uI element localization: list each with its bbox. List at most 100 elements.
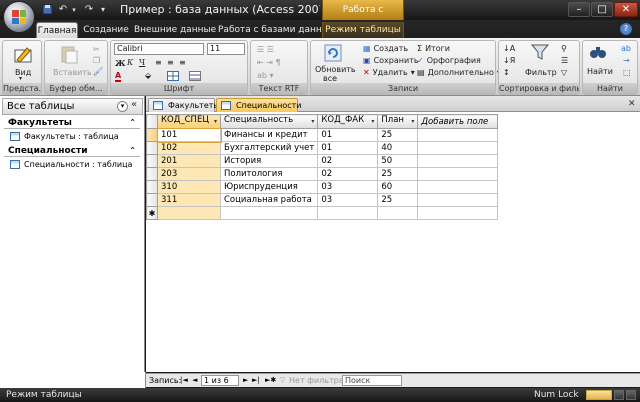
toggle-filter-icon[interactable]: ▽	[561, 68, 567, 77]
delete-record-button[interactable]: ✕ Удалить ▾	[363, 68, 415, 77]
save-icon[interactable]	[40, 3, 54, 16]
rtf-bullets-icon[interactable]: ☰ ☰	[257, 45, 274, 54]
underline-icon[interactable]: Ч	[139, 58, 145, 67]
cell-add-field[interactable]	[417, 167, 499, 181]
totals-button[interactable]: Σ Итоги	[417, 44, 450, 53]
column-header-specialty[interactable]: Специальность ▾	[219, 114, 319, 129]
cell-kod-fak[interactable]: 01	[317, 141, 379, 155]
cell-kod-fak[interactable]: 03	[317, 180, 379, 194]
italic-icon[interactable]: К	[127, 58, 133, 67]
undo-icon[interactable]: ↶	[56, 3, 70, 16]
bold-icon[interactable]: Ж	[115, 58, 126, 68]
collapse-icon[interactable]: ⌃	[129, 145, 136, 157]
font-name-combo[interactable]: Calibri	[114, 43, 204, 55]
refresh-all-label[interactable]: Обновить	[315, 65, 356, 74]
new-record-row[interactable]: ✱	[146, 206, 499, 220]
cell-kod-fak[interactable]: 02	[317, 154, 379, 168]
customize-qat-icon[interactable]: ▾	[98, 3, 108, 16]
column-dropdown-icon[interactable]: ▾	[214, 116, 217, 128]
cell-add-field[interactable]	[417, 128, 499, 142]
office-button[interactable]	[3, 1, 35, 33]
design-view-icon[interactable]	[626, 390, 636, 400]
table-row[interactable]: 101 Финансы и кредит 01 25	[146, 127, 499, 143]
cell-plan[interactable]: 25	[377, 193, 419, 207]
binoculars-icon[interactable]	[589, 44, 607, 63]
cell-kod-fak[interactable]: 02	[317, 167, 379, 181]
cell-specialty[interactable]: Бухгалтерский учет	[219, 141, 319, 155]
cell-plan[interactable]: 25	[377, 128, 419, 142]
search-input[interactable]: Поиск	[342, 375, 402, 386]
help-icon[interactable]: ?	[620, 23, 632, 35]
prev-record-icon[interactable]: ◄	[192, 374, 197, 387]
view-button-label[interactable]: Вид	[15, 68, 31, 77]
row-selector[interactable]	[146, 167, 158, 181]
column-dropdown-icon[interactable]: ▾	[311, 116, 314, 128]
view-dropdown-icon[interactable]: ▾	[19, 75, 22, 82]
cut-icon[interactable]: ✂	[93, 45, 100, 54]
table-row[interactable]: 311 Социальная работа 03 25	[146, 193, 499, 207]
cell-kod-spec[interactable]	[157, 206, 221, 220]
nav-menu-dropdown-icon[interactable]: ▾	[117, 101, 128, 112]
column-header-kod-spec[interactable]: КОД_СПЕЦ ▾	[157, 114, 221, 129]
font-size-combo[interactable]: 11	[207, 43, 245, 55]
cell-plan[interactable]: 50	[377, 154, 419, 168]
refresh-all-sub[interactable]: все	[323, 74, 337, 83]
cell-kod-fak[interactable]	[317, 206, 379, 220]
redo-icon[interactable]: ↷	[82, 3, 96, 16]
close-document-icon[interactable]: ✕	[628, 99, 636, 109]
sort-ascending-icon[interactable]: ↓A	[503, 44, 515, 53]
cell-kod-spec[interactable]: 203	[157, 167, 221, 181]
column-dropdown-icon[interactable]: ▾	[371, 116, 374, 128]
paste-button-label[interactable]: Вставить	[53, 68, 92, 77]
cell-add-field[interactable]	[417, 180, 499, 194]
undo-dropdown-icon[interactable]: ▾	[70, 3, 78, 16]
doc-tab-specialties[interactable]: Специальности	[216, 98, 302, 112]
advanced-filter-icon[interactable]: ☰	[561, 56, 568, 65]
refresh-all-icon[interactable]	[323, 43, 343, 66]
select-all-corner[interactable]	[146, 114, 158, 129]
copy-icon[interactable]: ❐	[93, 56, 100, 65]
sort-descending-icon[interactable]: ↓Я	[503, 56, 515, 65]
align-center-icon[interactable]: ≡	[167, 58, 174, 67]
nav-group-specialties[interactable]: Специальности ⌃	[4, 145, 140, 157]
table-row[interactable]: 203 Политология 02 25	[146, 167, 499, 181]
tab-external-data[interactable]: Внешние данные	[134, 22, 216, 38]
nav-item-specialties-table[interactable]: Специальности : таблица	[10, 158, 132, 171]
spelling-button[interactable]: ✓ Орфография	[417, 56, 481, 65]
fill-color-icon[interactable]: ⬙	[145, 71, 151, 80]
cell-add-field[interactable]	[417, 154, 499, 168]
record-position-field[interactable]: 1 из 6	[201, 375, 239, 386]
cell-kod-spec[interactable]: 201	[157, 154, 221, 168]
row-selector[interactable]	[146, 180, 158, 194]
find-label[interactable]: Найти	[587, 67, 613, 76]
shutter-bar-close-icon[interactable]: «	[131, 99, 137, 110]
tab-datasheet[interactable]: Режим таблицы	[322, 22, 404, 38]
replace-icon[interactable]: ab	[621, 44, 631, 53]
minimize-button[interactable]: –	[568, 2, 590, 17]
filter-icon[interactable]	[530, 43, 550, 64]
first-record-icon[interactable]: |◄	[180, 374, 188, 387]
view-icon[interactable]	[13, 44, 33, 67]
nav-group-faculties[interactable]: Факультеты ⌃	[4, 117, 140, 129]
last-record-icon[interactable]: ►|	[252, 374, 260, 387]
close-button[interactable]: ✕	[614, 2, 638, 17]
format-painter-icon[interactable]: 🖌	[93, 67, 103, 76]
table-row[interactable]: 310 Юриспруденция 03 60	[146, 180, 499, 194]
more-button[interactable]: ▤Дополнительно▾	[417, 68, 501, 77]
table-row[interactable]: 201 История 02 50	[146, 154, 499, 168]
tab-database-tools[interactable]: Работа с базами данных	[218, 22, 334, 38]
column-header-kod-fak[interactable]: КОД_ФАК ▾	[317, 114, 379, 129]
cell-specialty[interactable]: История	[219, 154, 319, 168]
collapse-icon[interactable]: ⌃	[129, 117, 136, 129]
row-selector[interactable]	[146, 141, 158, 155]
clear-sort-icon[interactable]: ↕	[503, 68, 510, 77]
align-left-icon[interactable]: ≡	[155, 58, 162, 67]
row-selector[interactable]	[146, 193, 158, 207]
font-color-icon[interactable]: A	[115, 71, 122, 82]
cell-specialty[interactable]: Политология	[219, 167, 319, 181]
nav-item-faculties-table[interactable]: Факультеты : таблица	[10, 130, 119, 143]
tab-home[interactable]: Главная	[36, 22, 78, 38]
selection-filter-icon[interactable]: ⚲	[561, 44, 567, 53]
cell-plan[interactable]: 40	[377, 141, 419, 155]
goto-icon[interactable]: →	[623, 56, 630, 65]
